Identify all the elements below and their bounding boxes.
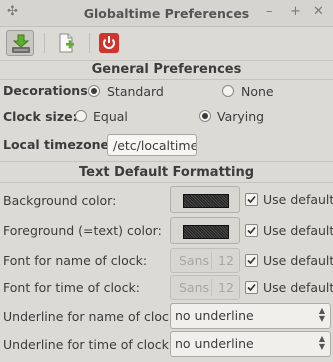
spin-arrows-icon: ▲ ▼ <box>318 306 325 323</box>
selected-value: no underline <box>175 336 254 351</box>
clock-size-varying-radio[interactable] <box>199 110 211 122</box>
font-time-label: Font for time of clock: <box>3 280 140 295</box>
underline-time-label: Underline for time of clock: <box>3 337 174 352</box>
background-color-label: Background color: <box>3 193 117 208</box>
toolbar <box>0 27 333 61</box>
underline-name-label: Underline for name of clock: <box>3 309 181 324</box>
background-color-button[interactable] <box>170 186 240 213</box>
clock-size-equal-radio[interactable] <box>75 110 87 122</box>
checkmark-icon <box>247 256 256 265</box>
toolbar-separator <box>89 33 90 53</box>
foreground-use-default-label[interactable]: Use default <box>263 223 333 238</box>
spin-arrows-icon: ▲ ▼ <box>318 334 325 351</box>
decorations-label: Decorations: <box>3 83 93 98</box>
divider <box>0 161 333 162</box>
minimize-icon[interactable]: – <box>266 5 273 19</box>
background-use-default-label[interactable]: Use default <box>263 192 333 207</box>
font-name-label: Font for name of clock: <box>3 253 148 268</box>
decorations-standard-radio[interactable] <box>88 85 100 97</box>
font-family-value: Sans <box>179 253 210 268</box>
power-icon <box>99 33 119 53</box>
close-icon[interactable]: ✕ <box>313 5 324 19</box>
checkmark-icon <box>247 226 256 235</box>
clock-size-label: Clock size: <box>3 109 78 124</box>
font-name-use-default-checkbox[interactable] <box>245 254 258 267</box>
clock-size-varying-label[interactable]: Varying <box>217 109 264 124</box>
separator <box>211 252 212 269</box>
local-timezone-input[interactable]: /etc/localtime <box>107 134 197 156</box>
font-family-value: Sans <box>179 280 210 295</box>
quit-button[interactable] <box>95 30 123 56</box>
foreground-color-label: Foreground (=text) color: <box>3 223 162 238</box>
font-size-value: 12 <box>218 280 234 295</box>
checkmark-icon <box>247 195 256 204</box>
underline-name-select[interactable]: no underline ▲ ▼ <box>170 303 331 329</box>
download-icon <box>12 34 30 53</box>
font-time-use-default-label[interactable]: Use default <box>263 280 333 295</box>
text-default-formatting-heading: Text Default Formatting <box>78 165 255 180</box>
title-bar: ✣ Globaltime Preferences – + ✕ <box>0 0 333 27</box>
local-timezone-label: Local timezone: <box>3 137 115 152</box>
general-preferences-heading: General Preferences <box>91 62 242 77</box>
checkmark-icon <box>247 283 256 292</box>
clock-size-equal-label[interactable]: Equal <box>93 109 128 124</box>
foreground-use-default-checkbox[interactable] <box>245 224 258 237</box>
color-swatch <box>183 225 229 239</box>
color-swatch <box>183 194 229 208</box>
decorations-standard-label[interactable]: Standard <box>107 84 164 99</box>
font-size-value: 12 <box>218 253 234 268</box>
underline-time-select[interactable]: no underline ▲ ▼ <box>170 331 331 357</box>
font-time-button[interactable]: Sans 12 <box>170 275 240 300</box>
font-time-use-default-checkbox[interactable] <box>245 281 258 294</box>
apply-button[interactable] <box>6 30 34 56</box>
background-use-default-checkbox[interactable] <box>245 193 258 206</box>
divider <box>0 182 333 183</box>
selected-value: no underline <box>175 308 254 323</box>
separator <box>211 279 212 296</box>
window-title: Globaltime Preferences <box>83 6 250 21</box>
font-name-button[interactable]: Sans 12 <box>170 248 240 273</box>
foreground-color-button[interactable] <box>170 217 240 244</box>
decorations-none-radio[interactable] <box>222 85 234 97</box>
new-button[interactable] <box>52 30 80 56</box>
decorations-none-label[interactable]: None <box>241 84 274 99</box>
font-name-use-default-label[interactable]: Use default <box>263 253 333 268</box>
toolbar-separator <box>44 33 45 53</box>
divider <box>0 79 333 80</box>
new-document-icon <box>59 33 74 53</box>
maximize-icon[interactable]: + <box>290 5 301 19</box>
